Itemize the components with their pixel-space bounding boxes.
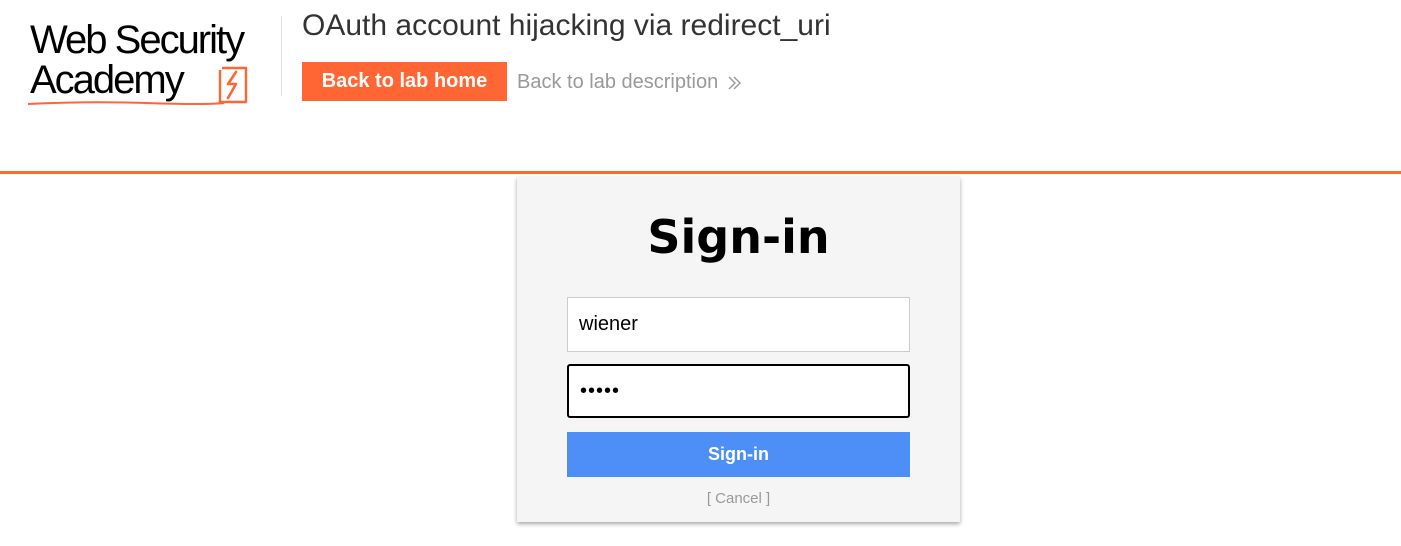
lab-header: Web Security Academy OAuth account hijac…: [0, 0, 1401, 174]
back-to-lab-description-label: Back to lab description: [517, 71, 719, 93]
password-input[interactable]: [567, 364, 910, 418]
signin-submit-button[interactable]: Sign-in: [567, 432, 910, 477]
back-to-lab-description-link[interactable]: Back to lab description: [517, 70, 742, 94]
double-chevron-right-icon: [728, 76, 741, 90]
signin-title: Sign-in: [647, 210, 830, 264]
username-input[interactable]: [567, 297, 910, 352]
logo-underline-icon: [27, 101, 225, 105]
web-security-academy-logo[interactable]: Web Security Academy: [26, 14, 281, 108]
back-to-lab-home-button[interactable]: Back to lab home: [302, 62, 507, 101]
cancel-link[interactable]: [ Cancel ]: [517, 490, 960, 508]
logo-text-line1: Web Security: [30, 18, 245, 62]
signin-card: Sign-in Sign-in [ Cancel ]: [517, 177, 960, 522]
lab-title: OAuth account hijacking via redirect_uri: [302, 9, 831, 42]
logo-text-line2: Academy: [30, 58, 185, 102]
logo-divider: [281, 16, 282, 96]
